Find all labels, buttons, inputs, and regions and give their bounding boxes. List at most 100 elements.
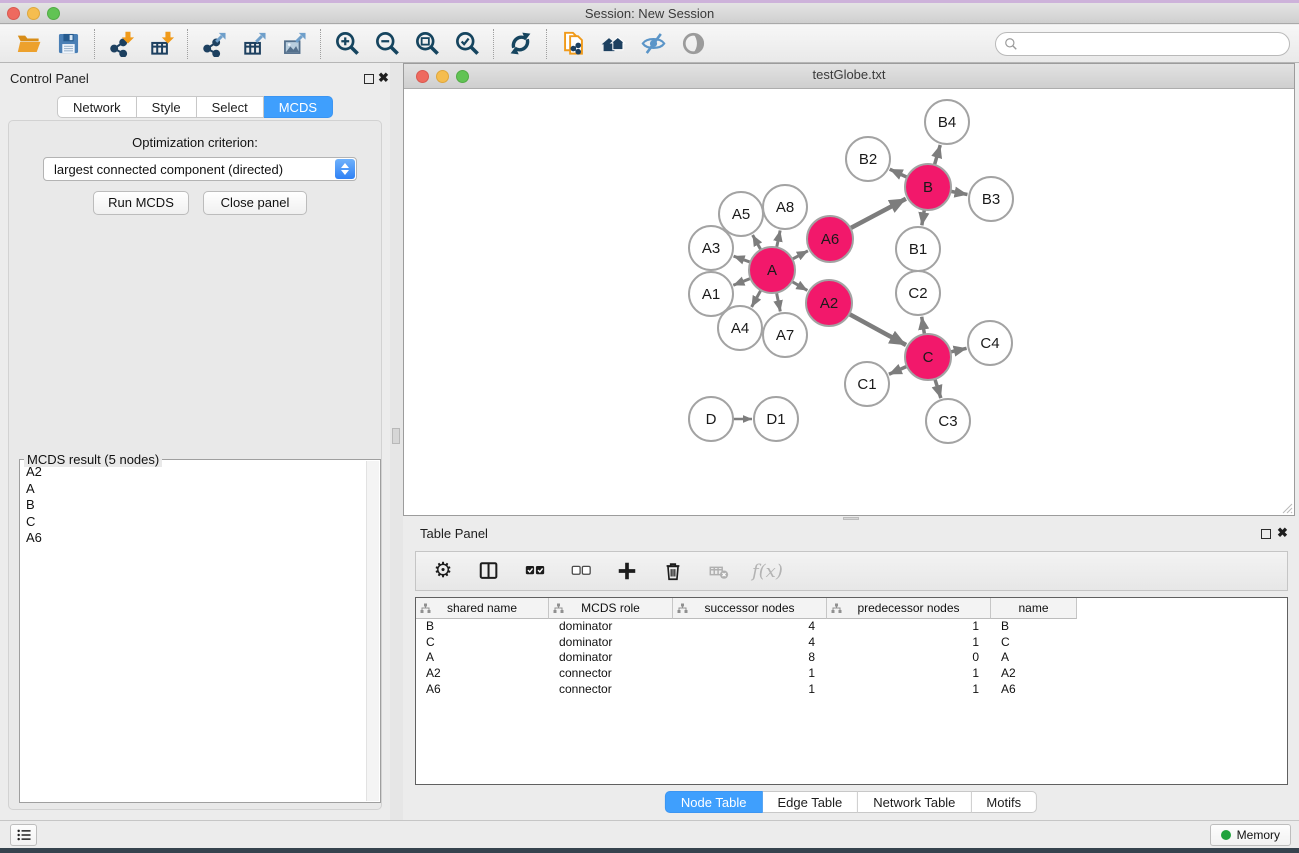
search-icon [1004, 37, 1018, 51]
table-cell[interactable]: B [991, 619, 1077, 635]
vertical-split-divider[interactable] [390, 63, 403, 820]
table-cell[interactable]: dominator [549, 635, 673, 651]
zoom-in-button[interactable] [327, 27, 367, 61]
import-table-icon [148, 30, 175, 57]
float-table-panel-icon[interactable] [1261, 529, 1271, 539]
table-cell[interactable]: 1 [827, 666, 991, 682]
node-table: shared nameMCDS rolesuccessor nodesprede… [415, 597, 1288, 785]
table-row[interactable]: Cdominator41C [416, 635, 1287, 651]
table-cell[interactable]: dominator [549, 650, 673, 666]
table-row[interactable]: Bdominator41B [416, 619, 1287, 635]
show-hide-graphics-details-button[interactable] [633, 27, 673, 61]
table-cell[interactable]: 1 [827, 682, 991, 698]
tab-node-table[interactable]: Node Table [665, 791, 763, 813]
export-image-button[interactable] [274, 27, 314, 61]
table-cell[interactable]: 4 [673, 635, 827, 651]
search-field[interactable] [995, 32, 1290, 56]
table-row[interactable]: A6connector11A6 [416, 682, 1287, 698]
import-network-button[interactable] [101, 27, 141, 61]
table-mode-icon[interactable]: ⚙ [430, 558, 456, 584]
home-icon [600, 30, 627, 57]
memory-button[interactable]: Memory [1210, 824, 1291, 846]
function-builder-icon[interactable]: f(x) [752, 558, 783, 584]
table-cell[interactable]: B [416, 619, 549, 635]
table-cell[interactable]: A2 [991, 666, 1077, 682]
table-cell[interactable]: dominator [549, 619, 673, 635]
table-cell[interactable]: connector [549, 682, 673, 698]
select-all-icon[interactable] [522, 558, 548, 584]
table-cell[interactable]: 1 [827, 635, 991, 651]
result-list-item[interactable]: A6 [20, 530, 366, 547]
zoom-out-button[interactable] [367, 27, 407, 61]
tab-style[interactable]: Style [137, 96, 197, 118]
export-network-button[interactable] [194, 27, 234, 61]
tab-edge-table[interactable]: Edge Table [762, 791, 858, 813]
home-button[interactable] [593, 27, 633, 61]
delete-table-icon[interactable] [706, 558, 732, 584]
main-area: Control Panel ✖ NetworkStyleSelectMCDS O… [0, 63, 1299, 820]
main-toolbar [0, 25, 1299, 63]
result-list-item[interactable]: A [20, 481, 366, 498]
result-list-scrollbar[interactable] [366, 461, 379, 801]
table-cell[interactable]: 8 [673, 650, 827, 666]
create-column-icon[interactable] [614, 558, 640, 584]
table-cell[interactable]: connector [549, 666, 673, 682]
table-cell[interactable]: 0 [827, 650, 991, 666]
network-canvas[interactable]: A5A8A6A3AA1A2A4A7B2B4BB3B1C2CC4C1C3DD1 [404, 90, 1294, 515]
result-list-item[interactable]: C [20, 514, 366, 531]
divider-handle[interactable] [843, 517, 859, 520]
table-cell[interactable]: A2 [416, 666, 549, 682]
divider-handle[interactable] [392, 428, 400, 444]
result-list-item[interactable]: A2 [20, 464, 366, 481]
column-header-MCDS-role[interactable]: MCDS role [549, 598, 673, 619]
tab-network[interactable]: Network [57, 96, 137, 118]
table-cell[interactable]: A6 [416, 682, 549, 698]
export-table-button[interactable] [234, 27, 274, 61]
close-table-panel-icon[interactable]: ✖ [1277, 525, 1288, 541]
show-columns-icon[interactable] [476, 558, 502, 584]
criterion-dropdown[interactable]: largest connected component (directed) [43, 157, 357, 181]
task-history-button[interactable] [10, 824, 37, 846]
table-cell[interactable]: A6 [991, 682, 1077, 698]
zoom-selected-button[interactable] [447, 27, 487, 61]
table-cell[interactable]: 1 [673, 682, 827, 698]
column-header-predecessor-nodes[interactable]: predecessor nodes [827, 598, 991, 619]
float-panel-icon[interactable] [364, 74, 374, 84]
tab-select[interactable]: Select [197, 96, 264, 118]
save-session-button[interactable] [48, 27, 88, 61]
tab-motifs[interactable]: Motifs [971, 791, 1037, 813]
delete-columns-icon[interactable] [660, 558, 686, 584]
table-row[interactable]: Adominator80A [416, 650, 1287, 666]
table-cell[interactable]: 1 [827, 619, 991, 635]
column-header-successor-nodes[interactable]: successor nodes [673, 598, 827, 619]
close-panel-button[interactable]: Close panel [203, 191, 307, 215]
column-header-name[interactable]: name [991, 598, 1077, 619]
tab-network-table[interactable]: Network Table [858, 791, 971, 813]
new-network-from-selection-button[interactable] [553, 27, 593, 61]
table-cell[interactable]: A [991, 650, 1077, 666]
close-panel-icon[interactable]: ✖ [378, 70, 389, 86]
import-table-button[interactable] [141, 27, 181, 61]
column-type-icon [677, 603, 688, 614]
table-cell[interactable]: 1 [673, 666, 827, 682]
table-tabs: Node TableEdge TableNetwork TableMotifs [665, 791, 1037, 813]
table-cell[interactable]: 4 [673, 619, 827, 635]
graph-node-label-A8: A8 [776, 199, 794, 216]
table-cell[interactable]: C [991, 635, 1077, 651]
zoom-fit-button[interactable] [407, 27, 447, 61]
column-header-shared-name[interactable]: shared name [416, 598, 549, 619]
run-mcds-button[interactable]: Run MCDS [93, 191, 189, 215]
table-cell[interactable]: A [416, 650, 549, 666]
open-session-button[interactable] [8, 27, 48, 61]
table-row[interactable]: A2connector11A2 [416, 666, 1287, 682]
table-toolbar: ⚙ f(x) [415, 551, 1288, 591]
resize-grip-icon[interactable] [1280, 501, 1293, 514]
table-cell[interactable]: C [416, 635, 549, 651]
apply-preferred-layout-button[interactable] [500, 27, 540, 61]
search-input[interactable] [1023, 34, 1289, 54]
birds-eye-view-button[interactable] [673, 27, 713, 61]
toolbar-separator [546, 29, 547, 59]
result-list-item[interactable]: B [20, 497, 366, 514]
tab-mcds[interactable]: MCDS [264, 96, 333, 118]
deselect-all-icon[interactable] [568, 558, 594, 584]
